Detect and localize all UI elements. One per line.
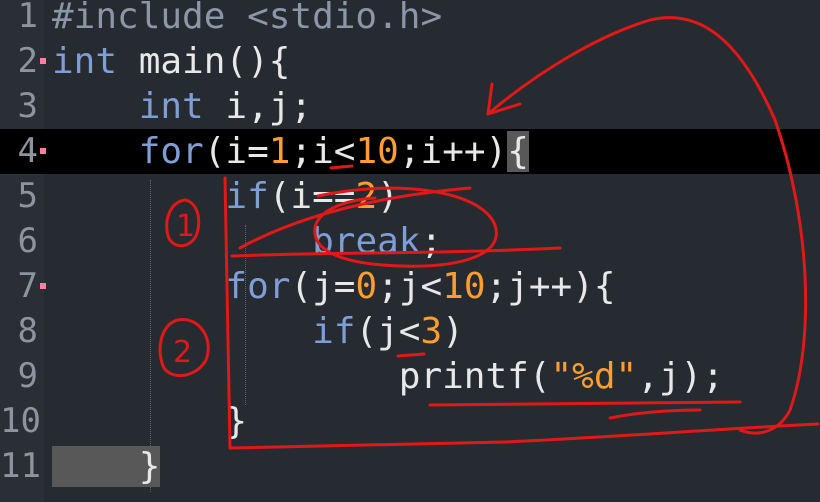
code-line-6[interactable]: 6 break;: [0, 219, 820, 264]
code-token: "%d": [550, 356, 638, 397]
fold-marker[interactable]: [40, 58, 46, 64]
code-text[interactable]: for(i=1;i<10;i++){: [52, 129, 529, 174]
line-number: 2: [17, 41, 38, 81]
code-text[interactable]: if(j<3): [52, 309, 464, 354]
code-token: ,j);: [637, 356, 724, 397]
code-text[interactable]: int main(){: [52, 39, 290, 84]
line-number: 9: [17, 356, 38, 396]
line-number: 1: [17, 0, 38, 36]
code-line-7[interactable]: 7 for(j=0;j<10;j++){: [0, 264, 820, 309]
code-token: 2: [355, 176, 378, 217]
code-token: ;i++): [398, 131, 508, 172]
code-editor[interactable]: 1 #include <stdio.h> 2 int main(){3 int i,j…: [0, 0, 820, 502]
code-line-2[interactable]: 2 int main(){: [0, 39, 820, 84]
code-line-10[interactable]: 10 }: [0, 399, 820, 444]
line-number: 10: [0, 401, 41, 441]
line-number: 6: [17, 221, 38, 261]
code-text[interactable]: printf("%d",j);: [52, 354, 724, 399]
code-token: printf(: [398, 356, 551, 397]
fold-marker[interactable]: [40, 148, 46, 154]
code-line-8[interactable]: 8 if(j<3): [0, 309, 820, 354]
code-token: for: [225, 266, 291, 307]
code-line-11[interactable]: 11 }: [0, 444, 820, 489]
code-token: main(){: [117, 41, 291, 82]
fold-marker[interactable]: [40, 283, 46, 289]
line-number: 3: [17, 86, 38, 126]
code-token: 1: [268, 131, 291, 172]
line-number: 7: [17, 266, 38, 306]
code-token: }: [52, 401, 248, 442]
code-token: if: [312, 311, 356, 352]
code-text[interactable]: if(i==2): [52, 174, 399, 219]
code-text[interactable]: break;: [52, 219, 442, 264]
code-token: }: [52, 446, 161, 487]
code-token: (j<: [355, 311, 421, 352]
code-token: ): [377, 176, 399, 217]
code-token: #include <stdio.h>: [52, 0, 443, 37]
code-token: 10: [442, 266, 486, 307]
code-token: ;: [420, 221, 443, 262]
code-token: if: [225, 176, 269, 217]
code-token: int: [138, 86, 204, 127]
code-line-9[interactable]: 9 printf("%d",j);: [0, 354, 820, 399]
code-token: for: [138, 131, 204, 172]
code-token: ;j++){: [485, 266, 616, 307]
code-token: break: [312, 221, 421, 262]
code-token: ;i<: [290, 131, 356, 172]
line-number: 11: [0, 446, 41, 486]
code-text[interactable]: #include <stdio.h>: [52, 0, 442, 39]
code-text[interactable]: }: [52, 444, 161, 489]
line-number: 5: [17, 176, 38, 216]
code-token: 3: [420, 311, 443, 352]
code-line-5[interactable]: 5 if(i==2): [0, 174, 820, 219]
code-text[interactable]: for(j=0;j<10;j++){: [52, 264, 616, 309]
code-token: (j=: [290, 266, 356, 307]
code-token: ): [442, 311, 464, 352]
code-text[interactable]: }: [52, 399, 247, 444]
code-token: (i=: [203, 131, 269, 172]
code-line-1[interactable]: 1 #include <stdio.h>: [0, 0, 820, 39]
line-number: 8: [17, 311, 38, 351]
code-token: int: [52, 41, 118, 82]
code-token: i,j;: [203, 86, 313, 127]
code-line-3[interactable]: 3 int i,j;: [0, 84, 820, 129]
code-text[interactable]: int i,j;: [52, 84, 312, 129]
line-number: 4: [17, 131, 38, 171]
code-token: {: [507, 131, 529, 172]
code-token: (i==: [268, 176, 356, 217]
code-line-4[interactable]: 4 for(i=1;i<10;i++){: [0, 129, 820, 174]
code-token: 0: [355, 266, 378, 307]
code-token: 10: [355, 131, 399, 172]
code-token: ;j<: [377, 266, 443, 307]
